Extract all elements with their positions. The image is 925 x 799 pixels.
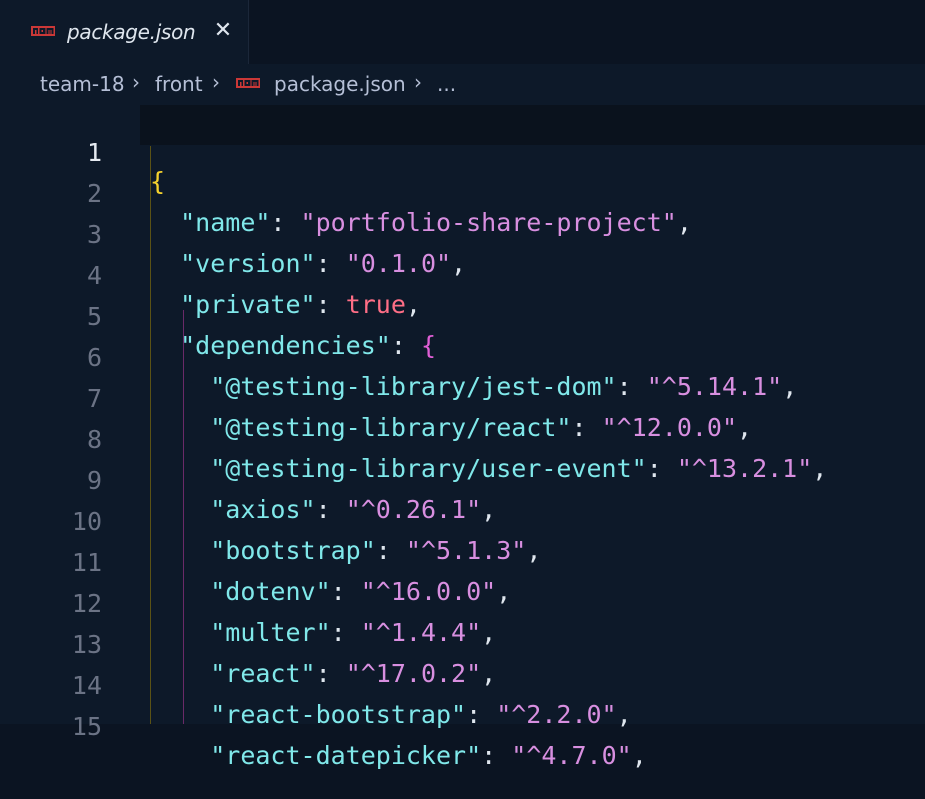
breadcrumb-item-more[interactable]: ... [437,72,456,96]
code-line[interactable]: 12 "multer": "^1.4.4", [0,560,925,647]
code-line[interactable]: 13 "react": "^17.0.2", [0,601,925,688]
code-line[interactable]: 2 "name": "portfolio-share-project", [0,150,925,237]
code-line[interactable]: 6 "@testing-library/jest-dom": "^5.14.1"… [0,314,925,401]
close-icon[interactable]: ✕ [212,20,234,42]
npm-icon [31,26,55,36]
code-editor[interactable]: 1 { 2 "name": "portfolio-share-project",… [0,104,925,770]
chevron-right-icon: › [414,70,422,94]
code-line[interactable]: 1 { [0,109,925,196]
json-string: "^4.7.0" [511,741,632,770]
code-line[interactable]: 3 "version": "0.1.0", [0,191,925,278]
code-line[interactable]: 15 "react-datepicker": "^4.7.0", [0,683,925,770]
breadcrumb-item-team-18[interactable]: team-18 [40,72,125,96]
code-line[interactable]: 11 "dotenv": "^16.0.0", [0,519,925,606]
line-number: 15 [71,712,102,741]
code-line[interactable]: 9 "axios": "^0.26.1", [0,437,925,524]
code-line[interactable]: 8 "@testing-library/user-event": "^13.2.… [0,396,925,483]
chevron-right-icon: › [132,70,140,94]
code-line[interactable]: 7 "@testing-library/react": "^12.0.0", [0,355,925,442]
code-line[interactable]: 10 "bootstrap": "^5.1.3", [0,478,925,565]
breadcrumb-item-package-json[interactable]: package.json [274,72,406,96]
tab-bar: package.json ✕ [0,0,925,64]
tab-package-json[interactable]: package.json ✕ [0,0,249,64]
npm-icon [236,78,260,88]
json-key: "react-datepicker" [210,741,482,770]
chevron-right-icon: › [212,70,220,94]
code-line[interactable]: 5 "dependencies": { [0,273,925,360]
breadcrumb-item-front[interactable]: front [155,72,203,96]
breadcrumb: team-18 › front › package.json › ... [0,64,925,104]
tab-label: package.json [67,20,196,44]
code-line[interactable]: 14 "react-bootstrap": "^2.2.0", [0,642,925,729]
code-line[interactable]: 4 "private": true, [0,232,925,319]
